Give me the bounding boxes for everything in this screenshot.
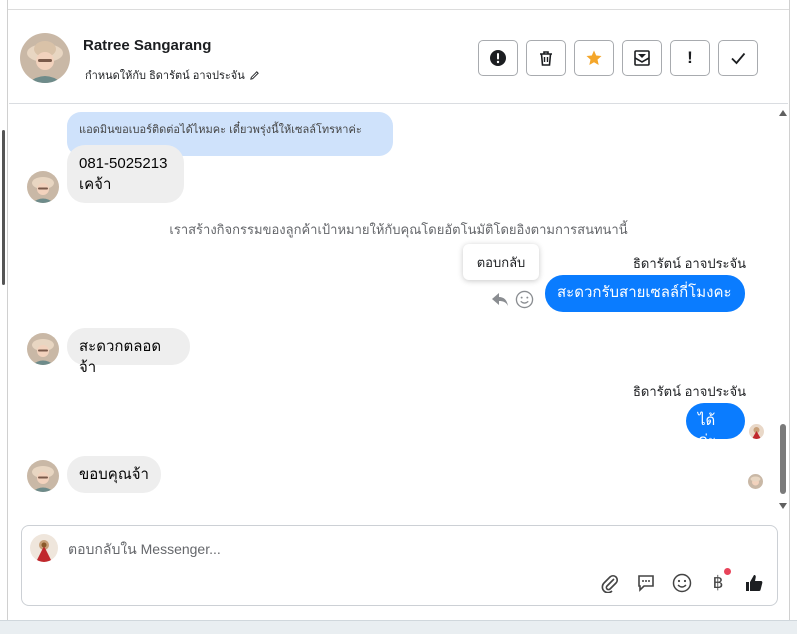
message-bubble-incoming[interactable]: ขอบคุณจ้า <box>67 456 161 493</box>
baht-icon: ฿ <box>712 573 724 592</box>
header-actions: ! <box>478 40 758 76</box>
message-text: เคจ้า <box>79 176 112 193</box>
scrollbar-thumb[interactable] <box>780 424 786 494</box>
mark-important-button[interactable]: ! <box>670 40 710 76</box>
message-text: ได้ค่ะ <box>698 412 717 449</box>
contact-name: Ratree Sangarang <box>83 37 212 54</box>
mark-spam-button[interactable] <box>478 40 518 76</box>
message-text: 081-5025213 <box>79 155 168 172</box>
reply-composer: ฿ <box>21 525 778 606</box>
page-avatar <box>30 534 58 562</box>
trash-icon <box>540 51 552 66</box>
exclamation-icon: ! <box>687 48 693 67</box>
contact-message-avatar[interactable] <box>27 171 59 203</box>
sender-name: ธิดารัตน์ อาจประจัน <box>633 384 747 399</box>
message-text: ขอบคุณจ้า <box>79 466 149 483</box>
payment-button[interactable]: ฿ <box>707 568 731 594</box>
conversation-header: Ratree Sangarang กำหนดให้กับ ธิดารัตน์ อ… <box>9 11 788 104</box>
thumbs-up-icon <box>746 575 763 591</box>
exclamation-circle-icon <box>490 50 506 66</box>
star-icon <box>586 50 602 65</box>
mail-move-icon <box>634 50 650 66</box>
move-to-inbox-button[interactable] <box>622 40 662 76</box>
delete-button[interactable] <box>526 40 566 76</box>
paperclip-icon <box>601 574 619 593</box>
contact-message-avatar[interactable] <box>27 333 59 365</box>
message-bubble-outgoing[interactable]: สะดวกรับสายเซลล์กี่โมงคะ <box>545 275 745 312</box>
message-bubble-incoming[interactable]: 081-5025213 เคจ้า <box>67 145 184 203</box>
notification-dot <box>724 568 731 575</box>
right-panel-edge <box>789 0 797 634</box>
message-bubble-incoming[interactable]: สะดวกตลอดจ้า <box>67 328 190 376</box>
window-bottom-strip <box>0 620 797 634</box>
mark-done-button[interactable] <box>718 40 758 76</box>
react-emoji-icon[interactable] <box>515 290 534 309</box>
saved-replies-button[interactable] <box>635 572 657 594</box>
composer-toolbar: ฿ <box>599 568 765 594</box>
left-scrollbar-thumb[interactable] <box>2 130 5 285</box>
contact-avatar[interactable] <box>20 33 70 83</box>
chat-bubble-icon <box>638 575 654 592</box>
reply-tooltip: ตอบกลับ <box>463 244 539 280</box>
system-note: เราสร้างกิจกรรมของลูกค้าเป้าหมายให้กับคุ… <box>169 222 628 237</box>
sender-name: ธิดารัตน์ อาจประจัน <box>633 256 747 271</box>
star-button[interactable] <box>574 40 614 76</box>
assigned-to-text: กำหนดให้กับ ธิดารัตน์ อาจประจัน <box>85 70 245 82</box>
assigned-to-label[interactable]: กำหนดให้กับ ธิดารัตน์ อาจประจัน <box>85 66 260 84</box>
attach-button[interactable] <box>599 572 621 594</box>
reply-input[interactable] <box>68 539 668 559</box>
scroll-down-arrow-icon[interactable] <box>779 503 787 509</box>
window-top-strip <box>8 0 789 10</box>
left-panel-edge <box>0 0 8 634</box>
reply-tooltip-text: ตอบกลับ <box>476 254 526 270</box>
emoji-button[interactable] <box>671 572 693 594</box>
seen-receipt-avatar <box>749 424 764 439</box>
scroll-up-arrow-icon[interactable] <box>779 110 787 116</box>
pencil-icon[interactable] <box>249 70 260 81</box>
emoji-icon <box>672 573 692 593</box>
message-text: สะดวกรับสายเซลล์กี่โมงคะ <box>557 284 732 301</box>
quoted-message-text: แอดมินขอเบอร์ติดต่อได้ไหมคะ เดี๋ยวพรุ่งน… <box>79 124 362 136</box>
check-icon <box>731 52 746 65</box>
seen-receipt-avatar <box>748 474 763 489</box>
reply-icon[interactable] <box>490 290 510 308</box>
send-like-button[interactable] <box>743 572 765 594</box>
contact-message-avatar[interactable] <box>27 460 59 492</box>
message-bubble-outgoing[interactable]: ได้ค่ะ <box>686 403 745 449</box>
